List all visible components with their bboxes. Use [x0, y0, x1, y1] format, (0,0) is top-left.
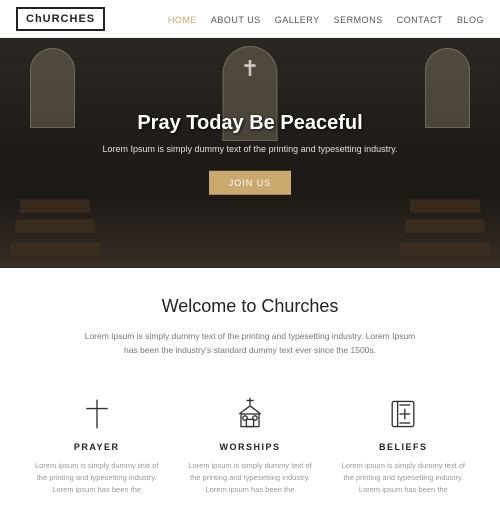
- cross-svg: [79, 396, 115, 432]
- nav-link-about[interactable]: ABOUT US: [211, 15, 261, 25]
- hero-subtitle: Lorem Ipsum is simply dummy text of the …: [90, 143, 410, 157]
- window-right: [425, 48, 470, 128]
- beliefs-text: Lorem ipsum is simply dummy text of the …: [338, 460, 468, 496]
- feature-beliefs: BELIEFS Lorem ipsum is simply dummy text…: [338, 394, 468, 496]
- worships-icon: [185, 394, 315, 434]
- nav-item-blog[interactable]: BLOG: [457, 12, 484, 26]
- nav-link-blog[interactable]: BLOG: [457, 15, 484, 25]
- nav-item-sermons[interactable]: SERMONS: [334, 12, 383, 26]
- window-left: [30, 48, 75, 128]
- hero-section: Pray Today Be Peaceful Lorem Ipsum is si…: [0, 38, 500, 268]
- welcome-title: Welcome to Churches: [40, 296, 460, 317]
- header: ChURCHES HOME ABOUT US GALLERY SERMONS C…: [0, 0, 500, 38]
- nav-link-sermons[interactable]: SERMONS: [334, 15, 383, 25]
- beliefs-icon: [338, 394, 468, 434]
- prayer-title: PRAYER: [32, 442, 162, 452]
- pew: [399, 242, 490, 255]
- worships-text: Lorem ipsum is simply dummy text of the …: [185, 460, 315, 496]
- nav-item-gallery[interactable]: GALLERY: [275, 12, 320, 26]
- pew: [9, 242, 100, 255]
- pew: [410, 199, 481, 212]
- worships-title: WORSHIPS: [185, 442, 315, 452]
- beliefs-title: BELIEFS: [338, 442, 468, 452]
- prayer-icon: [32, 394, 162, 434]
- nav-link-home[interactable]: HOME: [168, 15, 197, 25]
- hero-title: Pray Today Be Peaceful: [90, 112, 410, 135]
- nav-item-contact[interactable]: CONTACT: [397, 12, 443, 26]
- feature-prayer: PRAYER Lorem ipsum is simply dummy text …: [32, 394, 162, 496]
- prayer-text: Lorem ipsum is simply dummy text of the …: [32, 460, 162, 496]
- book-svg: [385, 396, 421, 432]
- logo[interactable]: ChURCHES: [16, 7, 105, 31]
- welcome-section: Welcome to Churches Lorem Ipsum is simpl…: [0, 268, 500, 374]
- nav-list: HOME ABOUT US GALLERY SERMONS CONTACT BL…: [168, 12, 484, 26]
- nav-item-home[interactable]: HOME: [168, 12, 197, 26]
- nav-item-about[interactable]: ABOUT US: [211, 12, 261, 26]
- hero-content: Pray Today Be Peaceful Lorem Ipsum is si…: [90, 112, 410, 195]
- nav-link-contact[interactable]: CONTACT: [397, 15, 443, 25]
- pew: [405, 219, 486, 232]
- nav: HOME ABOUT US GALLERY SERMONS CONTACT BL…: [168, 12, 484, 26]
- feature-worships: WORSHIPS Lorem ipsum is simply dummy tex…: [185, 394, 315, 496]
- welcome-text: Lorem Ipsum is simply dummy text of the …: [80, 329, 420, 358]
- join-us-button[interactable]: JOIN US: [209, 170, 292, 194]
- pew: [15, 219, 96, 232]
- pew: [20, 199, 91, 212]
- cross-icon: [241, 56, 259, 82]
- church-svg: [232, 396, 268, 432]
- features-section: PRAYER Lorem ipsum is simply dummy text …: [0, 374, 500, 516]
- nav-link-gallery[interactable]: GALLERY: [275, 15, 320, 25]
